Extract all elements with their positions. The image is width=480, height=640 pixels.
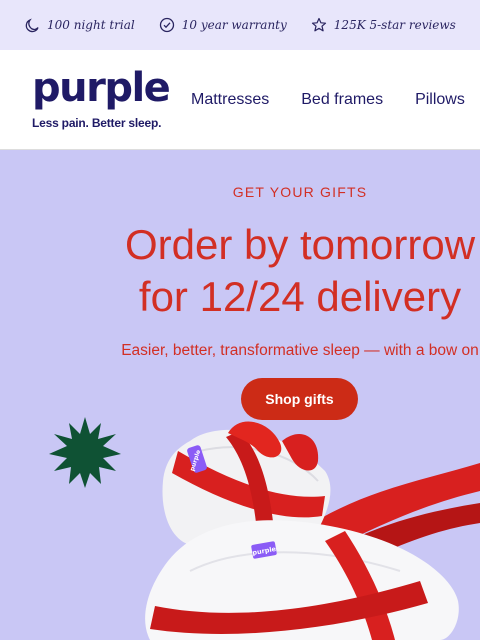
promo-bar: 100 night trial 10 year warranty 125K 5-…: [0, 0, 480, 50]
hero-subhead: Easier, better, transformative sleep — w…: [121, 342, 479, 359]
nav-item-bed-frames[interactable]: Bed frames: [301, 91, 383, 109]
logo-tagline: Less pain. Better sleep.: [32, 116, 162, 130]
promo-item-trial: 100 night trial: [24, 17, 135, 33]
purple-logo[interactable]: purple Less pain. Better sleep.: [32, 65, 171, 130]
shop-gifts-button[interactable]: Shop gifts: [241, 378, 358, 420]
promo-label-trial: 100 night trial: [47, 18, 135, 32]
hero-banner[interactable]: purple purple GET YOUR GIFTS Order by to…: [0, 151, 480, 640]
site-header: purple Less pain. Better sleep. Mattress…: [0, 50, 480, 150]
hero-headline-line1: Order by tomorrow: [124, 221, 476, 268]
promo-item-warranty: 10 year warranty: [159, 17, 287, 33]
star-icon: [311, 17, 326, 32]
nav-item-pillows[interactable]: Pillows: [415, 91, 465, 109]
nav-item-mattresses[interactable]: Mattresses: [191, 91, 269, 109]
hero-headline-line2: for 12/24 delivery: [138, 273, 462, 320]
moon-icon: [25, 18, 39, 33]
promo-item-reviews: 125K 5-star reviews: [311, 17, 456, 33]
green-starburst-icon: [49, 417, 121, 488]
hero-headline: Order by tomorrow for 12/24 delivery: [0, 219, 480, 323]
hero-eyebrow: GET YOUR GIFTS: [232, 184, 368, 200]
promo-label-warranty: 10 year warranty: [181, 18, 287, 32]
main-nav: Mattresses Bed frames Pillows: [191, 91, 480, 109]
check-circle-icon: [159, 17, 174, 33]
promo-label-reviews: 125K 5-star reviews: [333, 18, 456, 32]
logo-wordmark: purple: [32, 65, 171, 111]
